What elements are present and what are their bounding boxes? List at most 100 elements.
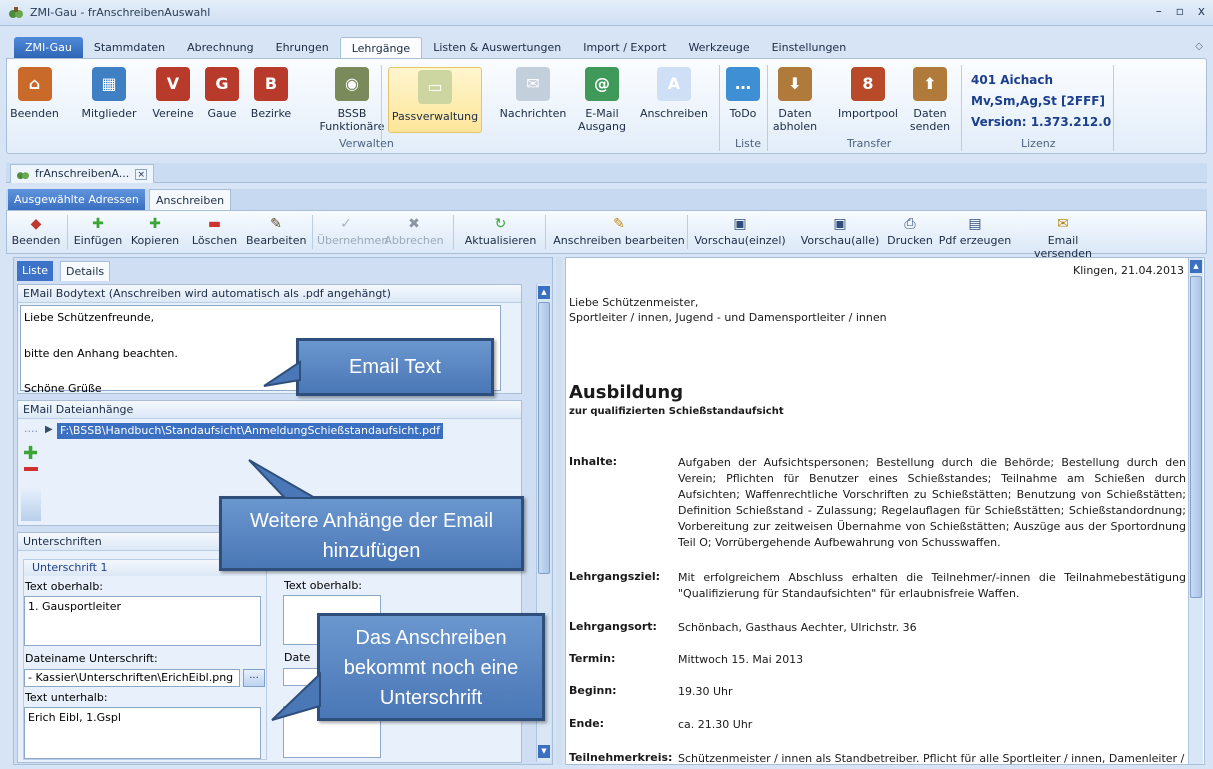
ribbon-tab-6[interactable]: Import / Export: [572, 37, 677, 59]
ribbon-tab-8[interactable]: Einstellungen: [761, 37, 858, 59]
attachment-item[interactable]: F:\BSSB\Handbuch\Standaufsicht\Anmeldung…: [57, 423, 443, 439]
ribbon-button-speech-bubble[interactable]: … ToDo: [721, 67, 765, 120]
monitor-icon: ▣: [733, 216, 747, 232]
license-line-3: Version: 1.373.212.0: [971, 115, 1112, 129]
ribbon-button-label: Vereine: [152, 107, 194, 120]
ribbon-button-house-g[interactable]: G Gaue: [201, 67, 243, 120]
sub-tab-bar: Ausgewählte Adressen Anschreiben: [6, 189, 1207, 210]
minimize-button[interactable]: –: [1156, 4, 1162, 18]
ribbon-button-envelope[interactable]: ✉ Nachrichten: [491, 67, 575, 120]
pencil-icon: ✎: [270, 216, 282, 232]
scroll-up-icon[interactable]: ▲: [538, 286, 550, 299]
maximize-button[interactable]: ▫: [1176, 4, 1184, 18]
toolbar-button-aktualisieren[interactable]: ↻ Aktualisieren: [458, 217, 543, 247]
ribbon-tab-3[interactable]: Ehrungen: [265, 37, 340, 59]
ribbon-tabs: ZMI-Gau Stammdaten Abrechnung Ehrungen Lehrg…: [0, 37, 857, 59]
toolbar-button-vorschau-alle[interactable]: ▣ Vorschau(alle): [797, 217, 883, 247]
license-info: 401 Aichach Mv,Sm,Ag,St [2FFF] Version: …: [971, 70, 1111, 133]
toolbar-button-label: Übernehmen: [317, 234, 389, 247]
email-body-line: Schöne Grüße: [24, 382, 102, 395]
ribbon-tab-0[interactable]: ZMI-Gau: [14, 37, 83, 59]
letter-row-key: Termin:: [569, 652, 616, 665]
tab-anschreiben[interactable]: Anschreiben: [149, 189, 232, 210]
ribbon-button-letter[interactable]: A Anschreiben: [638, 67, 710, 120]
toolbar-button-pdf-erzeugen[interactable]: ▤ Pdf erzeugen: [936, 217, 1014, 247]
ribbon-button-importpool[interactable]: 8 Importpool: [833, 67, 903, 120]
copy-plus-icon: ✚: [149, 216, 161, 232]
ribbon-collapse-icon[interactable]: ◇: [1195, 41, 1203, 52]
ribbon-tab-2[interactable]: Abrechnung: [176, 37, 264, 59]
toolbar-button-drucken[interactable]: ⎙ Drucken: [886, 217, 934, 247]
expand-arrow-icon[interactable]: ▶: [45, 424, 53, 435]
ribbon-button-label: BSSB Funktionäre: [319, 107, 385, 133]
remove-attachment-icon[interactable]: [24, 467, 38, 471]
ribbon-button-id-card[interactable]: ▭ Passverwaltung: [388, 67, 482, 133]
tab-details[interactable]: Details: [60, 261, 111, 281]
importpool-icon: 8: [851, 67, 885, 101]
letter-row-value: Aufgaben der Aufsichtspersonen; Bestellu…: [678, 456, 1186, 549]
ribbon-button-label: Daten abholen: [772, 107, 818, 133]
email-body-line: bitte den Anhang beachten.: [24, 347, 178, 360]
letter-row-value: Mittwoch 15. Mai 2013: [678, 653, 804, 666]
tab-liste[interactable]: Liste: [17, 261, 53, 281]
toolbar-button-kopieren[interactable]: ✚ Kopieren: [125, 217, 185, 247]
scroll-up-icon[interactable]: ▲: [1190, 260, 1202, 273]
toolbar-button-vorschau-einzel[interactable]: ▣ Vorschau(einzel): [692, 217, 788, 247]
letter-row-key: Inhalte:: [569, 455, 618, 468]
ribbon-button-label: Gaue: [207, 107, 237, 120]
ribbon-button-officials[interactable]: ◉ BSSB Funktionäre: [317, 67, 387, 133]
ribbon-tab-4[interactable]: Lehrgänge: [339, 37, 423, 59]
toolbar-button-übernehmen[interactable]: ✓ Übernehmen: [317, 217, 388, 247]
close-button[interactable]: x: [1198, 4, 1205, 18]
group-label-lizenz: Lizenz: [1021, 137, 1056, 150]
ribbon: ⌂ Beenden ▦ Mitglieder V Vereine G Gaue B Bezirke…: [6, 58, 1207, 154]
house-v-icon: V: [156, 67, 190, 101]
document-tab-close-icon[interactable]: ×: [135, 169, 148, 180]
filename-input[interactable]: - Kassier\Unterschriften\ErichEibl.png: [24, 669, 240, 687]
box-download-icon: ⬇: [778, 67, 812, 101]
email-outbox-icon: @: [585, 67, 619, 101]
ribbon-button-house[interactable]: ⌂ Beenden: [7, 67, 62, 120]
tab-ausgewaehlte-adressen[interactable]: Ausgewählte Adressen: [8, 189, 145, 210]
ribbon-button-members[interactable]: ▦ Mitglieder: [73, 67, 145, 120]
toolbar-button-bearbeiten[interactable]: ✎ Bearbeiten: [246, 217, 306, 247]
toolbar-button-label: Aktualisieren: [464, 234, 537, 247]
toolbar-button-löschen[interactable]: ▬ Löschen: [188, 217, 241, 247]
letter-row-value: Schützenmeister / innen als Standbetreib…: [678, 752, 1185, 765]
ribbon-button-email-outbox[interactable]: @ E-Mail Ausgang: [573, 67, 631, 133]
ribbon-button-box-download[interactable]: ⬇ Daten abholen: [771, 67, 819, 133]
toolbar-button-einfügen[interactable]: ✚ Einfügen: [70, 217, 126, 247]
scroll-down-icon[interactable]: ▼: [538, 745, 550, 758]
toolbar-button-beenden[interactable]: ◆ Beenden: [9, 217, 63, 247]
ribbon-button-label: Anschreiben: [639, 107, 709, 120]
letter-row-value: Schönbach, Gasthaus Aechter, Ulrichstr. …: [678, 621, 917, 634]
document-tab[interactable]: frAnschreibenA... ×: [10, 164, 155, 183]
letter-preview: Klingen, 21.04.2013 Liebe Schützenmeiste…: [565, 257, 1205, 765]
text-above-input[interactable]: 1. Gausportleiter: [24, 596, 261, 646]
preview-scrollbar[interactable]: ▲: [1188, 258, 1203, 764]
ribbon-tab-5[interactable]: Listen & Auswertungen: [422, 37, 572, 59]
letter-row-value: ca. 21.30 Uhr: [678, 718, 753, 731]
ribbon-tab-1[interactable]: Stammdaten: [83, 37, 176, 59]
callout-pointer: [271, 672, 321, 721]
email-send-icon: ✉: [1057, 216, 1069, 232]
scrollbar-thumb[interactable]: [538, 302, 550, 574]
ribbon-tab-7[interactable]: Werkzeuge: [677, 37, 760, 59]
place-date: Klingen, 21.04.2013: [1073, 264, 1184, 277]
group-label-liste: Liste: [735, 137, 761, 150]
browse-button[interactable]: ...: [243, 669, 265, 687]
ribbon-button-house-v[interactable]: V Vereine: [148, 67, 198, 120]
toolbar-button-anschreiben-bearbeiten[interactable]: ✎ Anschreiben bearbeiten: [550, 217, 688, 247]
ribbon-button-box-upload[interactable]: ⬆ Daten senden: [905, 67, 955, 133]
toolbar-button-abbrechen[interactable]: ✖ Abbrechen: [384, 217, 444, 247]
pdf-icon: ▤: [968, 216, 982, 232]
ribbon-button-label: Beenden: [10, 107, 59, 120]
add-attachment-icon[interactable]: ✚: [23, 443, 38, 464]
toolbar-button-email-versenden[interactable]: ✉ Email versenden: [1020, 217, 1106, 260]
text-below-input[interactable]: Erich Eibl, 1.Gspl: [24, 707, 261, 759]
panel-splitter[interactable]: [556, 257, 562, 765]
ribbon-button-label: E-Mail Ausgang: [578, 107, 626, 133]
scrollbar-thumb[interactable]: [1190, 276, 1202, 598]
email-body-line: Liebe Schützenfreunde,: [24, 311, 155, 324]
ribbon-button-house-b[interactable]: B Bezirke: [247, 67, 295, 120]
